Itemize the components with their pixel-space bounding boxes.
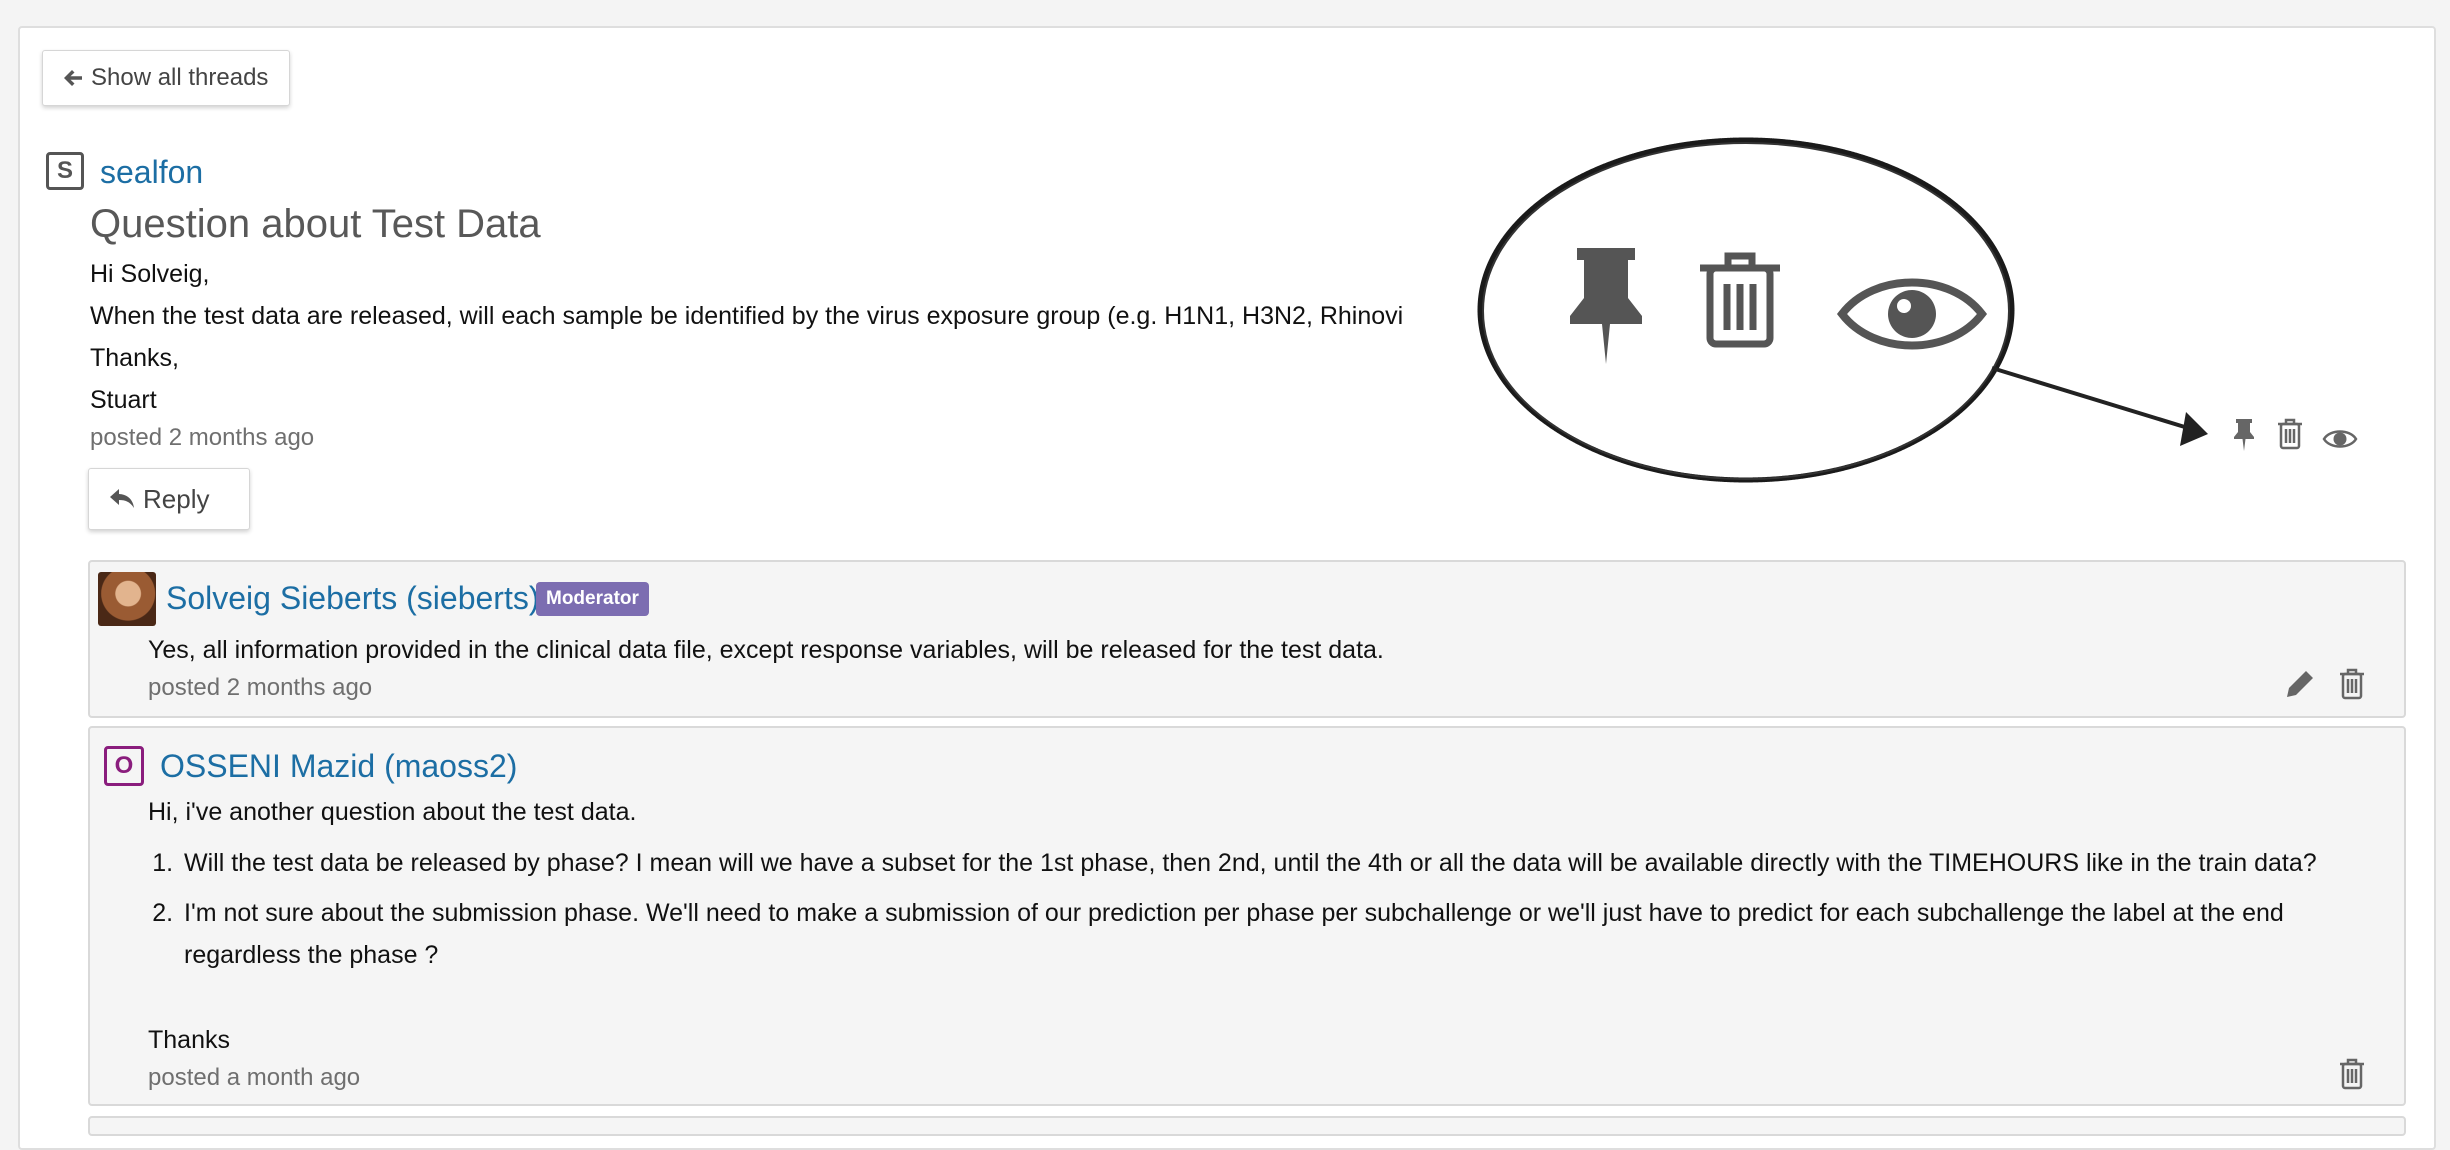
reply-author-avatar: O xyxy=(104,746,144,786)
arrow-left-icon xyxy=(64,70,82,86)
reply-intro: Hi, i've another question about the test… xyxy=(148,798,637,826)
reply-question-list: Will the test data be released by phase?… xyxy=(150,842,2360,984)
thread-body-line: When the test data are released, will ea… xyxy=(90,302,1404,330)
moderator-badge: Moderator xyxy=(536,582,649,616)
thread-body-line: Hi Solveig, xyxy=(90,260,210,288)
reply-label: Reply xyxy=(143,483,210,514)
reply-author-avatar xyxy=(98,572,156,626)
thread-author-link[interactable]: sealfon xyxy=(100,154,203,191)
reply-author-link[interactable]: Solveig Sieberts (sieberts) xyxy=(166,580,539,617)
list-item: Will the test data be released by phase?… xyxy=(180,842,2360,884)
list-item: I'm not sure about the submission phase.… xyxy=(180,892,2360,976)
trash-icon[interactable] xyxy=(2276,418,2304,450)
reply-card xyxy=(88,1116,2406,1136)
reply-closing: Thanks xyxy=(148,1026,230,1054)
trash-icon[interactable] xyxy=(2338,668,2366,700)
pin-icon[interactable] xyxy=(2232,418,2256,452)
thread-body-line: Stuart xyxy=(90,386,157,414)
thread-posted-time: posted 2 months ago xyxy=(90,424,315,451)
reply-icon xyxy=(110,489,134,508)
reply-posted-time: posted 2 months ago xyxy=(148,674,373,701)
show-all-threads-button[interactable]: Show all threads xyxy=(42,50,290,106)
thread-title: Question about Test Data xyxy=(90,202,541,246)
pencil-icon[interactable] xyxy=(2284,668,2316,700)
trash-icon[interactable] xyxy=(2338,1058,2366,1090)
show-all-threads-label: Show all threads xyxy=(91,64,269,91)
thread-body-line: Thanks, xyxy=(90,344,179,372)
reply-author-link[interactable]: OSSENI Mazid (maoss2) xyxy=(160,748,517,785)
eye-icon[interactable] xyxy=(2322,426,2358,452)
reply-body: Yes, all information provided in the cli… xyxy=(148,636,1384,664)
reply-button[interactable]: Reply xyxy=(88,468,250,530)
reply-posted-time: posted a month ago xyxy=(148,1064,361,1091)
author-avatar: S xyxy=(46,152,84,190)
